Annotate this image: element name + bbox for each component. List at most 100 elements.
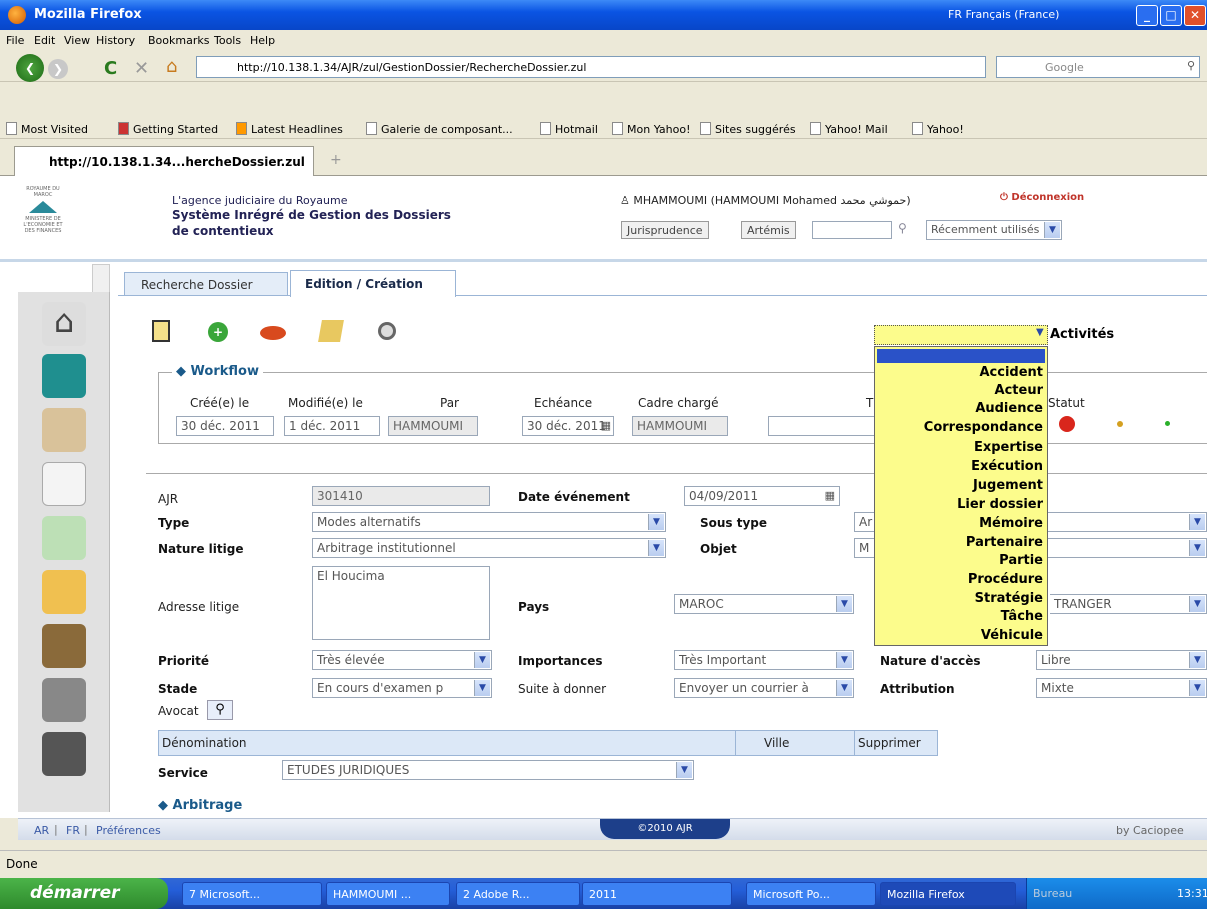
url-bar[interactable]: http://10.138.1.34/AJR/zul/GestionDossie… — [196, 56, 986, 78]
wallet-icon[interactable] — [42, 624, 86, 668]
option-acteur[interactable]: Acteur — [995, 383, 1043, 398]
bookmark-yahoo[interactable]: Yahoo! — [912, 122, 964, 136]
stade-select[interactable]: En cours d'examen p ▼ — [312, 678, 492, 698]
option-strategie[interactable]: Stratégie — [975, 591, 1043, 606]
option-audience[interactable]: Audience — [975, 401, 1043, 416]
option-partenaire[interactable]: Partenaire — [966, 535, 1043, 550]
bookmark-sites-suggeres[interactable]: Sites suggérés — [700, 122, 796, 136]
menu-edit[interactable]: Edit — [34, 34, 55, 47]
menu-tools[interactable]: Tools — [214, 34, 241, 47]
taskbar-powerpoint[interactable]: Microsoft Po... — [746, 882, 876, 906]
bookmark-latest-headlines[interactable]: Latest Headlines — [236, 122, 343, 136]
lang-ar-link[interactable]: AR — [34, 824, 49, 837]
search-icon[interactable]: ⚲ — [1187, 59, 1195, 72]
people-icon[interactable] — [42, 732, 86, 776]
add-icon[interactable]: + — [208, 322, 228, 342]
bookmark-hotmail[interactable]: Hotmail — [540, 122, 598, 136]
taskbar-folder[interactable]: 2011 — [582, 882, 732, 906]
bookmark-yahoo-mail[interactable]: Yahoo! Mail — [810, 122, 888, 136]
adresse-field[interactable]: El Houcima — [312, 566, 490, 640]
menu-history[interactable]: History — [96, 34, 135, 47]
new-tab-icon[interactable]: + — [330, 152, 342, 168]
taskbar-word[interactable]: 7 Microsoft... — [182, 882, 322, 906]
option-vehicule[interactable]: Véhicule — [981, 628, 1043, 643]
document-icon[interactable] — [42, 462, 86, 506]
menu-help[interactable]: Help — [250, 34, 275, 47]
save-icon[interactable] — [152, 320, 170, 342]
artemis-button[interactable]: Artémis — [741, 221, 796, 239]
calendar-icon[interactable]: ▦ — [601, 419, 611, 432]
option-lier-dossier[interactable]: Lier dossier — [957, 497, 1043, 512]
lifebuoy-icon[interactable] — [260, 326, 286, 340]
preferences-link[interactable]: Préférences — [96, 824, 161, 837]
option-memoire[interactable]: Mémoire — [979, 516, 1043, 531]
bookmark-getting-started[interactable]: Getting Started — [118, 122, 218, 136]
archive-icon[interactable] — [42, 678, 86, 722]
bookmark-galerie[interactable]: Galerie de composant... — [366, 122, 513, 136]
warning-icon[interactable] — [42, 570, 86, 614]
pays2-select[interactable]: TRANGER ▼ — [1050, 594, 1207, 614]
option-expertise[interactable]: Expertise — [974, 440, 1043, 455]
t-field[interactable] — [768, 416, 876, 436]
start-button[interactable]: démarrer — [0, 878, 168, 909]
taskbar-ie[interactable]: HAMMOUMI ... — [326, 882, 450, 906]
home-icon[interactable]: ⌂ — [42, 302, 86, 346]
workflow-title[interactable]: ◆ Workflow — [172, 364, 263, 379]
folder-icon[interactable] — [42, 354, 86, 398]
arbitrage-section[interactable]: ◆ Arbitrage — [158, 798, 242, 813]
tab-edition[interactable]: Edition / Création — [290, 270, 456, 297]
importances-select[interactable]: Très Important ▼ — [674, 650, 854, 670]
folder-edit-icon[interactable] — [318, 320, 344, 342]
users-icon[interactable] — [42, 408, 86, 452]
lang-fr-link[interactable]: FR — [66, 824, 80, 837]
logout-link[interactable]: ⏻ Déconnexion — [1000, 192, 1084, 203]
close-button[interactable]: ✕ — [1184, 5, 1206, 26]
stop-icon[interactable]: ✕ — [134, 58, 149, 79]
maximize-button[interactable]: □ — [1160, 5, 1182, 26]
acces-select[interactable]: Libre ▼ — [1036, 650, 1207, 670]
due-field[interactable]: 30 déc. 2011 ▦ — [522, 416, 614, 436]
option-procedure[interactable]: Procédure — [968, 572, 1043, 587]
option-partie[interactable]: Partie — [999, 553, 1043, 568]
date-field[interactable]: 04/09/2011 ▦ — [684, 486, 840, 506]
nature-select[interactable]: Arbitrage institutionnel ▼ — [312, 538, 666, 558]
search-bar[interactable]: Google ⚲ — [996, 56, 1200, 78]
reload-icon[interactable]: C — [104, 58, 117, 79]
option-tache[interactable]: Tâche — [1001, 609, 1043, 624]
forward-icon[interactable]: ❯ — [48, 59, 68, 79]
option-accident[interactable]: Accident — [979, 365, 1043, 380]
service-select[interactable]: ETUDES JURIDIQUES ▼ — [282, 760, 694, 780]
home-icon[interactable]: ⌂ — [166, 56, 177, 77]
attribution-select[interactable]: Mixte ▼ — [1036, 678, 1207, 698]
jurisprudence-button[interactable]: Jurisprudence — [621, 221, 709, 239]
bureau-label[interactable]: Bureau — [1033, 887, 1072, 900]
quick-search-input[interactable] — [812, 221, 892, 239]
menu-view[interactable]: View — [64, 34, 90, 47]
option-execution[interactable]: Exécution — [971, 459, 1043, 474]
priorite-select[interactable]: Très élevée ▼ — [312, 650, 492, 670]
created-field[interactable]: 30 déc. 2011 — [176, 416, 274, 436]
browser-tab[interactable]: http://10.138.1.34...hercheDossier.zul — [14, 146, 314, 176]
menu-bookmarks[interactable]: Bookmarks — [148, 34, 209, 47]
language-indicator[interactable]: FR Français (France) — [948, 8, 1059, 21]
chevron-down-icon[interactable]: ▼ — [1036, 327, 1044, 338]
taskbar-firefox[interactable]: Mozilla Firefox — [880, 882, 1016, 906]
bookmark-mon-yahoo[interactable]: Mon Yahoo! — [612, 122, 690, 136]
tab-recherche[interactable]: Recherche Dossier — [124, 272, 288, 296]
activities-select[interactable] — [874, 325, 1048, 345]
help-icon[interactable] — [42, 516, 86, 560]
bookmark-most-visited[interactable]: Most Visited — [6, 122, 88, 136]
back-icon[interactable]: ❮ — [16, 54, 44, 82]
avocat-search-icon[interactable]: ⚲ — [207, 700, 233, 720]
dropdown-empty-option[interactable] — [877, 349, 1045, 363]
view-icon[interactable] — [378, 322, 396, 340]
modified-field[interactable]: 1 déc. 2011 — [284, 416, 380, 436]
minimize-button[interactable]: _ — [1136, 5, 1158, 26]
option-jugement[interactable]: Jugement — [973, 478, 1043, 493]
suite-select[interactable]: Envoyer un courrier à ▼ — [674, 678, 854, 698]
search-icon[interactable]: ⚲ — [898, 221, 907, 235]
type-select[interactable]: Modes alternatifs ▼ — [312, 512, 666, 532]
taskbar-adobe[interactable]: 2 Adobe R... — [456, 882, 580, 906]
pays-select[interactable]: MAROC ▼ — [674, 594, 854, 614]
recent-select[interactable]: Récemment utilisés ▼ — [926, 220, 1062, 240]
